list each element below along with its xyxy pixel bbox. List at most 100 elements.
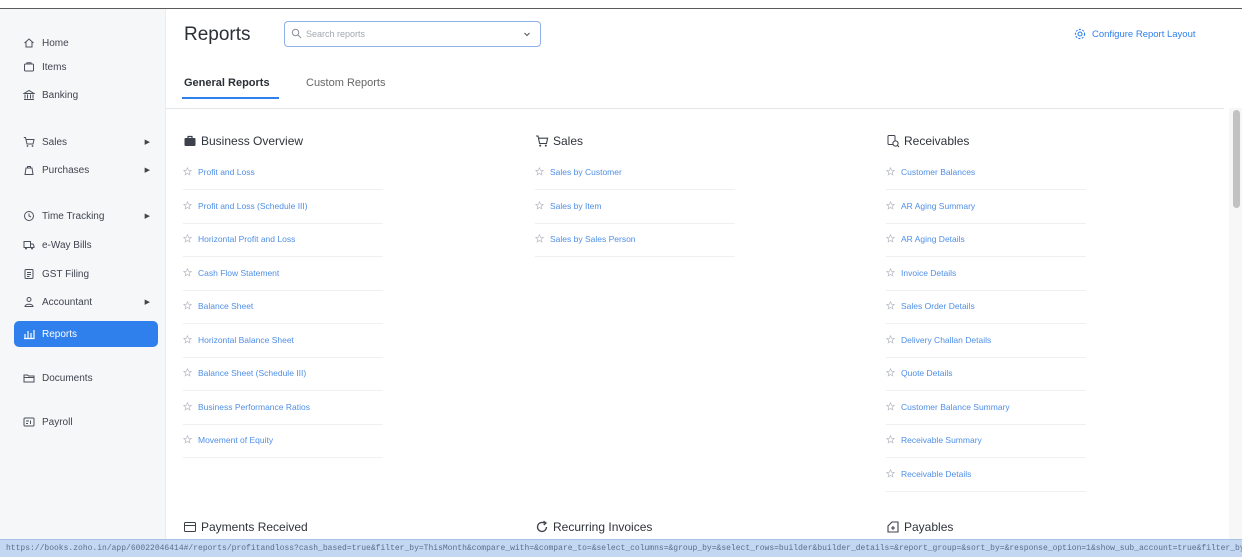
payables-icon [886,520,900,534]
report-label: Sales by Customer [550,167,622,177]
section-recurring-invoices: Recurring Invoices [535,519,652,535]
report-label: Invoice Details [901,267,957,278]
window-top-border [0,8,1242,9]
star-icon[interactable] [183,234,192,243]
report-link[interactable]: Receivable Details [886,468,1096,503]
section-title-label: Payments Received [201,520,308,534]
tab-general-reports[interactable]: General Reports [184,77,270,89]
chevron-right-icon: ▶ [144,299,150,306]
chevron-down-icon[interactable] [522,29,532,39]
sidebar-item-sales[interactable]: Sales ▶ [14,129,158,155]
star-icon[interactable] [886,267,895,277]
scrollbar-thumb[interactable] [1233,110,1240,208]
section-title: Payables [886,519,953,535]
sidebar-item-time-tracking[interactable]: Time Tracking ▶ [14,203,158,229]
sidebar-item-banking[interactable]: Banking [14,82,158,108]
sidebar-item-eway-bills[interactable]: e-Way Bills [14,232,158,258]
star-icon[interactable] [535,200,544,210]
items-icon [22,60,36,74]
sidebar-item-reports[interactable]: Reports [14,321,158,347]
star-icon[interactable] [183,368,192,377]
report-link[interactable]: Cash Flow Statement [183,267,393,302]
report-link[interactable]: Delivery Challan Details [886,334,1096,369]
star-icon[interactable] [886,334,895,344]
sidebar-item-label: Home [42,37,69,49]
star-icon[interactable] [886,234,895,243]
star-icon[interactable] [886,468,895,478]
section-title: Sales [535,133,583,149]
report-link[interactable]: Profit and Loss [183,167,393,201]
sidebar-item-label: e-Way Bills [42,239,92,251]
sidebar-item-accountant[interactable]: Accountant ▶ [14,289,158,315]
report-label: Customer Balances [901,167,976,177]
tab-custom-reports[interactable]: Custom Reports [306,77,385,89]
star-icon[interactable] [183,267,192,277]
report-link[interactable]: Movement of Equity [183,435,393,469]
report-link[interactable]: Quote Details [886,368,1096,402]
star-icon[interactable] [886,435,895,444]
report-link[interactable]: Horizontal Profit and Loss [183,234,393,268]
report-link[interactable]: Customer Balances [886,167,1096,201]
star-icon[interactable] [183,167,192,176]
report-label: Cash Flow Statement [198,267,280,278]
star-icon[interactable] [183,301,192,310]
star-icon[interactable] [886,368,895,377]
star-icon[interactable] [886,301,895,310]
star-icon[interactable] [886,167,895,176]
report-link[interactable]: Balance Sheet [183,301,393,335]
sidebar-item-label: Banking [42,89,79,101]
report-label: Sales by Sales Person [550,234,636,244]
sidebar-item-documents[interactable]: Documents [14,365,158,391]
section-title-label: Sales [553,134,584,148]
sidebar-item-purchases[interactable]: Purchases ▶ [14,157,158,183]
search-placeholder: Search reports [306,29,366,39]
cart-icon [535,134,549,148]
user-icon [22,295,36,309]
report-link[interactable]: Sales Order Details [886,301,1096,335]
section-title: Recurring Invoices [535,519,652,535]
payments-icon [183,520,197,534]
sidebar-item-items[interactable]: Items [14,54,158,80]
configure-report-layout-label: Configure Report Layout [1092,28,1196,40]
truck-icon [22,238,36,252]
sidebar-item-label: Items [42,61,67,73]
report-link[interactable]: Receivable Summary [886,435,1096,469]
star-icon[interactable] [183,200,192,210]
star-icon[interactable] [535,234,544,243]
report-link[interactable]: Sales by Customer [535,167,745,201]
star-icon[interactable] [535,167,544,176]
report-link[interactable]: AR Aging Summary [886,200,1096,235]
sidebar-item-label: Documents [42,372,93,384]
report-list: Profit and Loss Profit and Loss (Schedul… [183,167,393,469]
report-label: Sales Order Details [901,301,975,311]
section-payables: Payables [886,519,953,535]
star-icon[interactable] [183,435,192,444]
report-label: AR Aging Summary [901,200,976,211]
star-icon[interactable] [183,334,192,344]
report-link[interactable]: Customer Balance Summary [886,401,1096,436]
report-label: Sales by Item [550,200,602,211]
search-input[interactable]: Search reports [284,21,541,47]
section-title: Business Overview [183,133,303,149]
chevron-right-icon: ▶ [144,139,150,146]
report-link[interactable]: Profit and Loss (Schedule III) [183,200,393,235]
section-receivables: Receivables Customer Balances AR Aging S… [886,133,1086,492]
report-link[interactable]: Sales by Sales Person [535,234,745,268]
star-icon[interactable] [886,200,895,210]
report-link[interactable]: Business Performance Ratios [183,401,393,436]
star-icon[interactable] [886,401,895,411]
payroll-icon [22,415,36,429]
sidebar-item-gst-filing[interactable]: GST Filing [14,261,158,287]
report-link[interactable]: Sales by Item [535,200,745,235]
section-title: Receivables [886,133,969,149]
sidebar-item-payroll[interactable]: Payroll [14,409,158,435]
bag-icon [22,163,36,177]
sidebar-item-home[interactable]: Home [14,30,158,56]
star-icon[interactable] [183,401,192,411]
report-label: Delivery Challan Details [901,334,992,345]
report-link[interactable]: AR Aging Details [886,234,1096,268]
report-link[interactable]: Invoice Details [886,267,1096,302]
configure-report-layout-link[interactable]: Configure Report Layout [1074,28,1196,40]
report-link[interactable]: Horizontal Balance Sheet [183,334,393,369]
report-link[interactable]: Balance Sheet (Schedule III) [183,368,393,402]
